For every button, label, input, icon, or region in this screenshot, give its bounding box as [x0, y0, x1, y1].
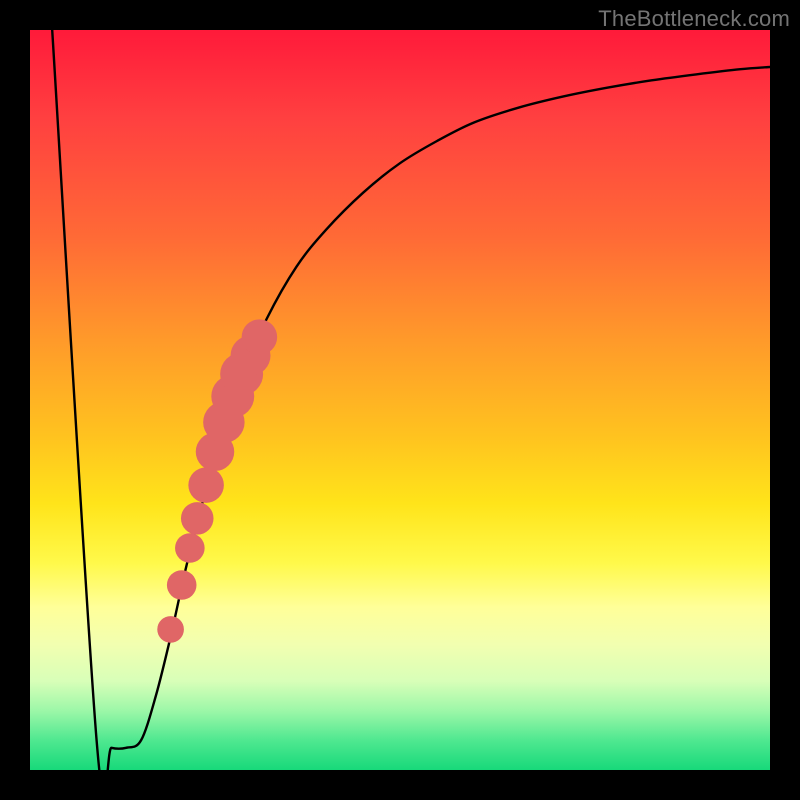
- data-marker: [242, 319, 278, 355]
- data-marker: [157, 616, 184, 643]
- chart-outer-frame: TheBottleneck.com: [0, 0, 800, 800]
- data-marker: [181, 502, 214, 535]
- data-marker: [167, 570, 197, 600]
- watermark-text: TheBottleneck.com: [598, 6, 790, 32]
- data-marker: [188, 467, 224, 503]
- plot-area: [30, 30, 770, 770]
- marker-group: [157, 319, 277, 642]
- bottleneck-curve: [52, 30, 770, 795]
- data-marker: [175, 533, 205, 563]
- curve-svg: [30, 30, 770, 770]
